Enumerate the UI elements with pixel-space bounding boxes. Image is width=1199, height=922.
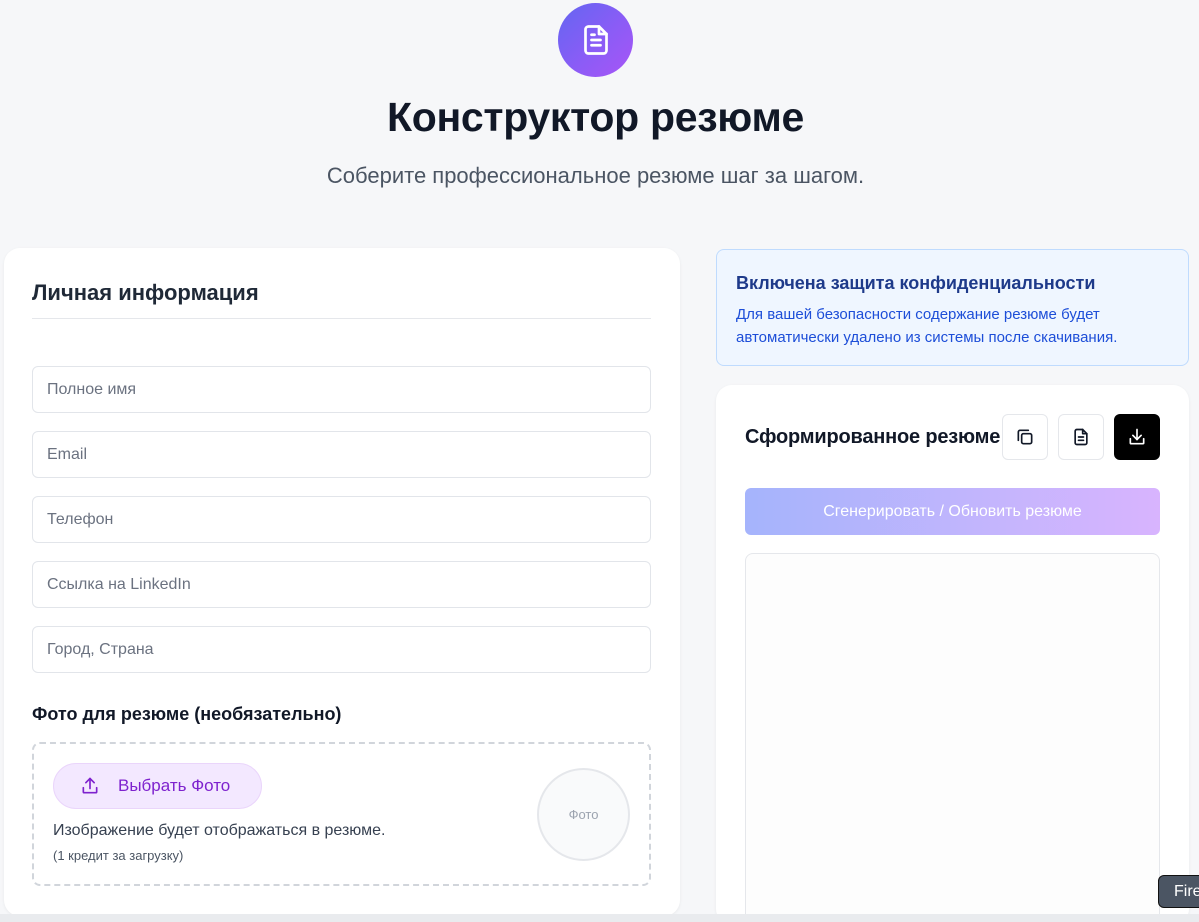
upload-icon xyxy=(82,777,98,794)
email-input[interactable] xyxy=(32,431,651,478)
resume-preview xyxy=(745,553,1160,922)
city-country-input[interactable] xyxy=(32,626,651,673)
copy-icon xyxy=(1017,429,1033,445)
privacy-text: Для вашей безопасности содержание резюме… xyxy=(736,306,1118,346)
result-title: Сформированное резюме xyxy=(745,426,1001,448)
photo-credit-note: (1 кредит за загрузку) xyxy=(53,848,184,863)
choose-photo-label: Выбрать Фото xyxy=(118,776,231,795)
page-title: Конструктор резюме xyxy=(387,94,804,140)
download-icon xyxy=(1129,428,1145,445)
choose-photo-button[interactable]: Выбрать Фото xyxy=(53,763,262,809)
result-card: Сформированное резюме Сгенерировать / Об… xyxy=(716,385,1189,922)
header-icon xyxy=(558,3,633,77)
photo-heading: Фото для резюме (необязательно) xyxy=(32,704,342,724)
document-icon xyxy=(583,25,608,55)
phone-input[interactable] xyxy=(32,496,651,543)
personal-info-card: Личная информация Фото для резюме (необя… xyxy=(4,248,680,916)
page-bottom-edge xyxy=(0,914,1199,922)
generate-resume-button[interactable]: Сгенерировать / Обновить резюме xyxy=(745,488,1160,535)
download-button[interactable] xyxy=(1114,414,1160,460)
photo-upload-area: Выбрать Фото Изображение будет отображат… xyxy=(32,742,651,886)
full-name-input[interactable] xyxy=(32,366,651,413)
photo-preview: Фото xyxy=(537,768,630,861)
page-subtitle: Соберите профессиональное резюме шаг за … xyxy=(326,163,865,188)
privacy-notice: Включена защита конфиденциальности Для в… xyxy=(716,249,1189,366)
privacy-title: Включена защита конфиденциальности xyxy=(736,273,1096,293)
section-divider xyxy=(32,318,651,319)
text-view-button[interactable] xyxy=(1058,414,1104,460)
personal-info-title: Личная информация xyxy=(32,280,259,305)
copy-button[interactable] xyxy=(1002,414,1048,460)
photo-placeholder-label: Фото xyxy=(568,807,599,822)
document-icon xyxy=(1074,428,1088,446)
photo-note: Изображение будет отображаться в резюме. xyxy=(53,822,386,839)
fire-badge[interactable]: Fire xyxy=(1158,875,1199,908)
linkedin-input[interactable] xyxy=(32,561,651,608)
